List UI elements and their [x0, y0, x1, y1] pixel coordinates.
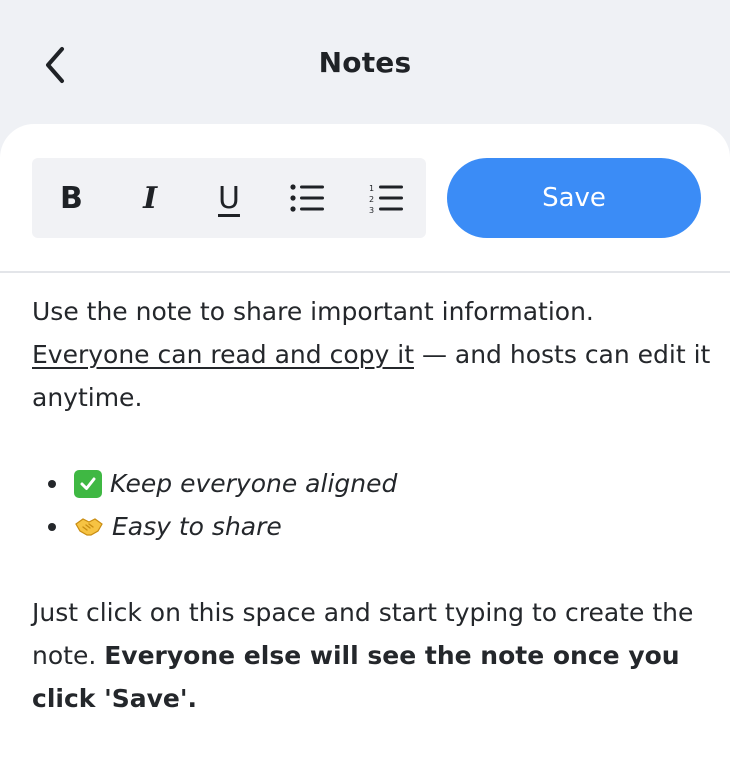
list-item: Easy to share	[48, 505, 712, 548]
format-toolbar: B I U 1 2 3	[32, 158, 426, 238]
note-editor-sheet: B I U 1 2 3 Save Use the note to share i…	[0, 124, 730, 764]
list-item-text: Keep everyone aligned	[110, 469, 398, 498]
note-text: Use the note to share important informat…	[32, 297, 594, 326]
svg-text:2: 2	[369, 195, 374, 204]
italic-button[interactable]: I	[111, 158, 190, 238]
note-bold-text: Everyone else will see the note once you…	[32, 641, 680, 713]
bullet-list-button[interactable]	[268, 158, 347, 238]
bullet-list-icon	[290, 184, 324, 212]
note-paragraph-1: Use the note to share important informat…	[32, 290, 712, 419]
list-item-text: Easy to share	[112, 512, 282, 541]
svg-text:3: 3	[369, 206, 374, 213]
numbered-list-icon: 1 2 3	[369, 184, 403, 213]
list-item: Keep everyone aligned	[48, 462, 712, 505]
check-mark-emoji	[74, 469, 102, 498]
numbered-list-button[interactable]: 1 2 3	[347, 158, 426, 238]
underlined-text: Everyone can read and copy it	[32, 340, 414, 369]
bullet-dot	[48, 522, 56, 531]
page-title: Notes	[318, 46, 412, 79]
underline-button[interactable]: U	[190, 158, 269, 238]
header: Notes	[0, 0, 730, 130]
note-body[interactable]: Use the note to share important informat…	[32, 290, 712, 720]
note-bullet-list: Keep everyone aligned Easy to share	[32, 462, 712, 548]
divider	[0, 271, 730, 273]
save-button[interactable]: Save	[447, 158, 701, 238]
svg-text:1: 1	[369, 184, 374, 193]
handshake-emoji	[74, 515, 104, 539]
bullet-dot	[48, 479, 56, 488]
bold-button[interactable]: B	[32, 158, 111, 238]
note-paragraph-2: Just click on this space and start typin…	[32, 591, 712, 720]
